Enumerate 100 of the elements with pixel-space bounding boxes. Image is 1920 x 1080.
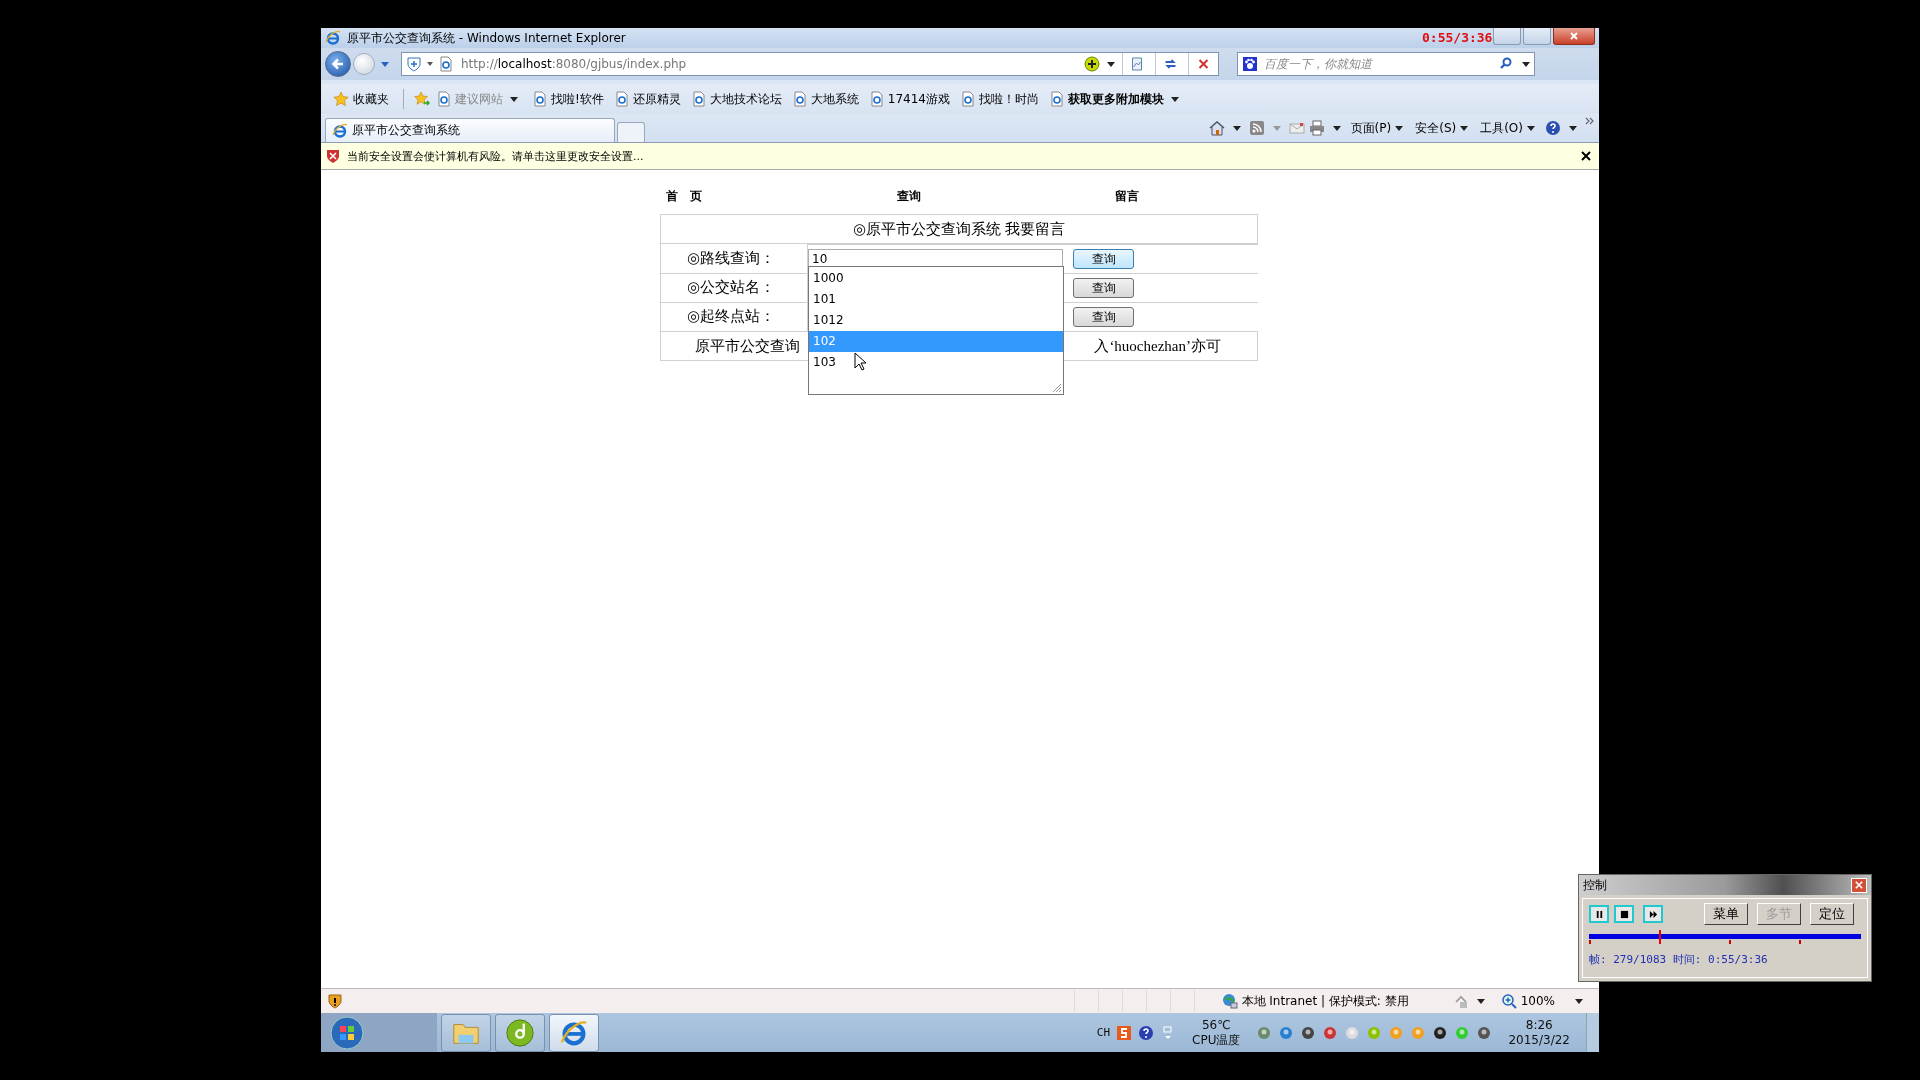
page-icon — [438, 56, 454, 72]
browser-icon — [332, 122, 348, 139]
search-field[interactable]: 百度一下，你就知道 — [1262, 56, 1494, 72]
favorite-link[interactable]: 找啦！时尚 — [960, 90, 1039, 108]
query-button[interactable]: 查询 — [1073, 278, 1134, 298]
caret-icon[interactable] — [1476, 998, 1485, 1004]
chevron-icon[interactable] — [1585, 116, 1595, 126]
clock[interactable]: 8:26 2015/3/22 — [1508, 1017, 1570, 1048]
taskbar-button[interactable] — [495, 1013, 545, 1052]
caret-icon — [1395, 125, 1404, 131]
zoom-level[interactable]: 100% — [1520, 994, 1555, 1008]
caret-icon[interactable] — [1522, 61, 1530, 67]
feed-icon[interactable] — [1248, 120, 1265, 136]
input-field[interactable]: 10 — [808, 249, 1063, 269]
printer-icon[interactable] — [1308, 120, 1325, 136]
page-icon — [1049, 91, 1065, 107]
caret-icon — [1171, 96, 1179, 102]
favorite-link[interactable]: 大地技术论坛 — [690, 90, 782, 108]
query-button[interactable]: 查询 — [1073, 249, 1134, 269]
caret-icon[interactable] — [1107, 61, 1115, 67]
security-warning-text[interactable]: 当前安全设置会使计算机有风险。请单击这里更改安全设置... — [347, 148, 644, 164]
caret-icon[interactable] — [1332, 125, 1341, 131]
pause-button[interactable] — [1589, 905, 1609, 923]
command-menu-button[interactable]: 工具(O) — [1478, 119, 1541, 137]
browser-icon — [325, 30, 341, 46]
caret-icon — [510, 96, 518, 102]
favorite-link[interactable]: 找啦!软件 — [532, 90, 604, 108]
autocomplete-item[interactable]: 101 — [809, 289, 1063, 310]
resize-grip-icon[interactable] — [1052, 383, 1062, 393]
page-icon — [613, 91, 630, 107]
player-status: 帧: 279/1083 时间: 0:55/3:36 — [1589, 952, 1769, 967]
language-indicator[interactable]: CH — [1096, 1026, 1111, 1039]
command-menu-button[interactable]: 页面(P) — [1348, 119, 1410, 137]
home-icon[interactable] — [1208, 120, 1225, 136]
input-method-icon[interactable] — [1116, 1024, 1133, 1041]
taskbar-button[interactable] — [549, 1013, 599, 1052]
favorite-link[interactable]: 大地系统 — [791, 90, 859, 108]
autocomplete-item[interactable]: 1012 — [809, 310, 1063, 331]
favorite-link[interactable]: 还原精灵 — [613, 90, 681, 108]
recording-timer: 0:55/3:36 — [1422, 30, 1493, 45]
close-icon — [1855, 881, 1863, 889]
caret-icon[interactable] — [1232, 125, 1241, 131]
back-arrow-icon — [330, 56, 346, 72]
field-label: ◎公交站名： — [687, 279, 776, 295]
page-icon — [791, 91, 808, 107]
caret-icon[interactable] — [1575, 998, 1583, 1004]
shield-warning-icon — [325, 148, 341, 164]
favorite-link[interactable]: 17414游戏 — [868, 90, 950, 108]
note-text: 入‘huochezhan’亦可 — [1094, 336, 1221, 356]
close-icon[interactable] — [1581, 151, 1591, 161]
disc-icon — [505, 1017, 535, 1048]
mail-icon[interactable] — [1288, 120, 1305, 136]
stop-icon — [1619, 909, 1629, 919]
caret-icon[interactable] — [1569, 125, 1577, 131]
nav-link[interactable]: 留言 — [1115, 188, 1139, 214]
field-label: ◎路线查询： — [687, 249, 776, 266]
cursor-icon — [854, 352, 866, 371]
nav-link[interactable]: 首 页 — [666, 188, 866, 214]
field-label: ◎起终点站： — [687, 308, 776, 325]
zoom-icon[interactable] — [1500, 993, 1517, 1009]
temperature-widget[interactable]: 56℃ CPU温度 — [1192, 1017, 1241, 1048]
player-button[interactable]: 定位 — [1810, 903, 1854, 925]
caret-icon — [1460, 125, 1469, 131]
help-icon[interactable] — [1545, 120, 1561, 136]
window-title: 原平市公交查询系统 - Windows Internet Explorer — [347, 29, 626, 47]
add-favorite-icon[interactable] — [414, 91, 430, 107]
page-heading: ◎原平市公交查询系统 我要留言 — [853, 220, 1065, 237]
autocomplete-item[interactable]: 103 — [809, 352, 1063, 373]
nav-link[interactable]: 查询 — [897, 188, 1115, 214]
address-field[interactable]: http://localhost:8080/gjbus/index.php — [401, 52, 1219, 76]
query-button[interactable]: 查询 — [1073, 307, 1134, 327]
page-icon — [532, 91, 548, 107]
command-menu-button[interactable]: 安全(S) — [1413, 119, 1475, 137]
stop-button[interactable] — [1614, 905, 1634, 923]
help-icon[interactable] — [1138, 1024, 1155, 1041]
player-button[interactable]: 菜单 — [1704, 903, 1748, 925]
minimize-button[interactable] — [1493, 28, 1521, 45]
note-text: 原平市公交查询 — [695, 337, 800, 354]
fast-forward-button[interactable] — [1643, 905, 1663, 923]
shield-warning-icon — [327, 993, 343, 1009]
paw-icon — [1242, 56, 1258, 72]
close-icon — [1569, 31, 1579, 41]
page-icon — [690, 91, 707, 107]
search-bar[interactable]: 百度一下，你就知道 — [1237, 52, 1535, 76]
fast-forward-icon — [1648, 909, 1658, 919]
star-icon — [333, 91, 349, 107]
favorites-button[interactable]: 收藏夹 — [329, 90, 393, 108]
progress-marker[interactable] — [1659, 930, 1662, 944]
browser-tab[interactable]: 原平市公交查询系统 — [325, 118, 615, 142]
autocomplete-item[interactable]: 1000 — [809, 268, 1063, 289]
maximize-button[interactable] — [1523, 28, 1551, 45]
close-button[interactable] — [1553, 28, 1595, 45]
favorite-link[interactable]: 获取更多附加模块 — [1049, 90, 1183, 108]
zone-text: 本地 Intranet | 保护模式: 禁用 — [1241, 992, 1409, 1010]
shield-icon — [406, 56, 422, 72]
back-button[interactable] — [325, 51, 351, 77]
caret-icon — [1527, 125, 1535, 131]
caret-icon[interactable] — [427, 62, 433, 66]
url-text: http://localhost:8080/gjbus/index.php — [461, 57, 687, 71]
start-button[interactable] — [329, 1014, 365, 1051]
